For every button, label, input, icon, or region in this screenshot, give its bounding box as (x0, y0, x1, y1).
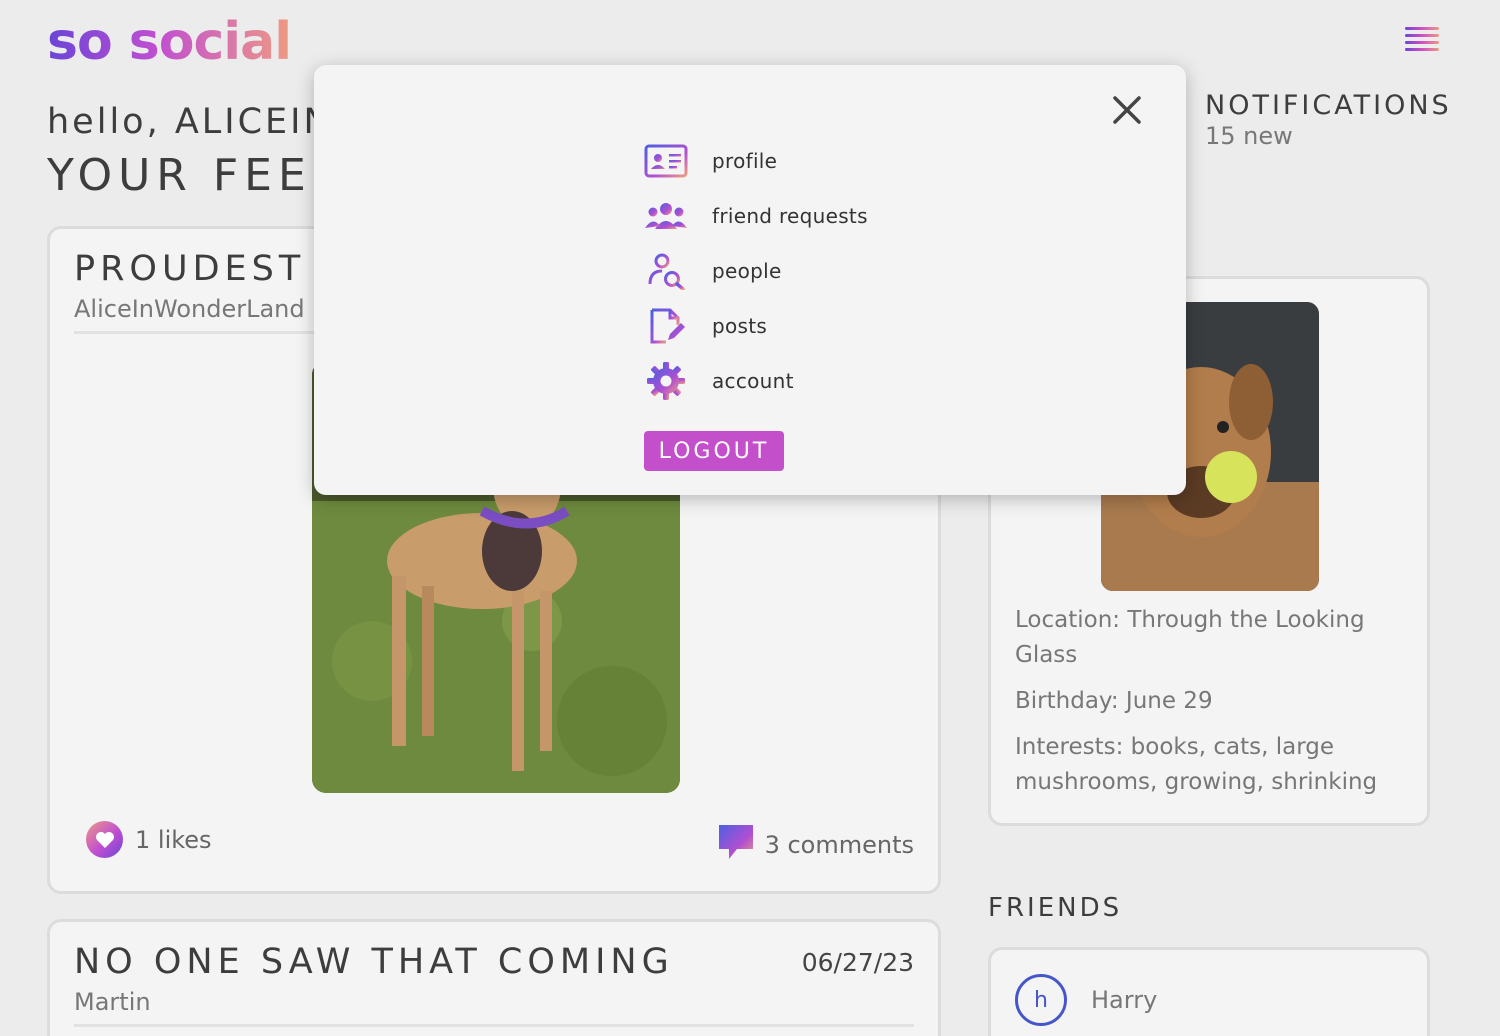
menu-item-people[interactable]: people (644, 243, 868, 298)
gear-icon (644, 361, 688, 401)
menu-item-label: account (712, 368, 794, 393)
post-author[interactable]: AliceInWonderLand (74, 295, 305, 323)
friend-name[interactable]: Harry (1091, 986, 1157, 1014)
comments-button[interactable]: 3 comments (717, 823, 914, 867)
menu-item-posts[interactable]: posts (644, 298, 868, 353)
menu-item-profile[interactable]: profile (644, 133, 868, 188)
likes-count: 1 likes (135, 825, 212, 854)
friends-heading: FRIENDS (988, 893, 1123, 923)
nav-menu: profile friend requests people posts acc… (644, 133, 868, 408)
post-card: NO ONE SAW THAT COMING 06/27/23 Martin (47, 919, 941, 1036)
profile-location: Location: Through the Looking Glass (1015, 607, 1365, 668)
id-card-icon (644, 141, 688, 181)
menu-item-label: people (712, 258, 782, 283)
profile-birthday: Birthday: June 29 (1015, 688, 1213, 714)
post-divider (74, 1024, 914, 1027)
group-icon (644, 196, 688, 236)
app-logo[interactable]: so social (47, 12, 292, 72)
comments-count: 3 comments (764, 831, 914, 859)
friend-avatar: h (1015, 974, 1067, 1026)
logout-button[interactable]: LOGOUT (644, 431, 784, 471)
profile-details: Location: Through the Looking Glass Birt… (1015, 603, 1405, 811)
feed-title: YOUR FEED (47, 150, 352, 201)
post-title[interactable]: NO ONE SAW THAT COMING (74, 942, 674, 982)
post-date: 06/27/23 (801, 948, 914, 977)
page: so social hello, ALICEIN YOUR FEED NOTIF… (0, 0, 1500, 1036)
menu-item-label: friend requests (712, 203, 868, 228)
heart-icon[interactable] (86, 821, 123, 858)
notifications-count: 15 new (1205, 122, 1293, 150)
nav-menu-modal: profile friend requests people posts acc… (314, 65, 1186, 495)
like-button[interactable]: 1 likes (86, 821, 212, 858)
menu-item-account[interactable]: account (644, 353, 868, 408)
menu-item-friend-requests[interactable]: friend requests (644, 188, 868, 243)
greeting: hello, ALICEIN (47, 102, 333, 142)
comment-bubble-icon[interactable] (717, 823, 755, 867)
close-icon[interactable] (1112, 95, 1142, 125)
edit-document-icon (644, 306, 688, 346)
profile-interests: Interests: books, cats, large mushrooms,… (1015, 734, 1378, 795)
friend-list-item[interactable]: h Harry (988, 947, 1430, 1036)
menu-item-label: posts (712, 313, 768, 338)
menu-item-label: profile (712, 148, 778, 173)
user-search-icon (644, 251, 688, 291)
notifications-link[interactable]: NOTIFICATIONS (1205, 90, 1452, 121)
hamburger-menu-icon[interactable] (1405, 27, 1439, 53)
post-author[interactable]: Martin (74, 988, 151, 1016)
